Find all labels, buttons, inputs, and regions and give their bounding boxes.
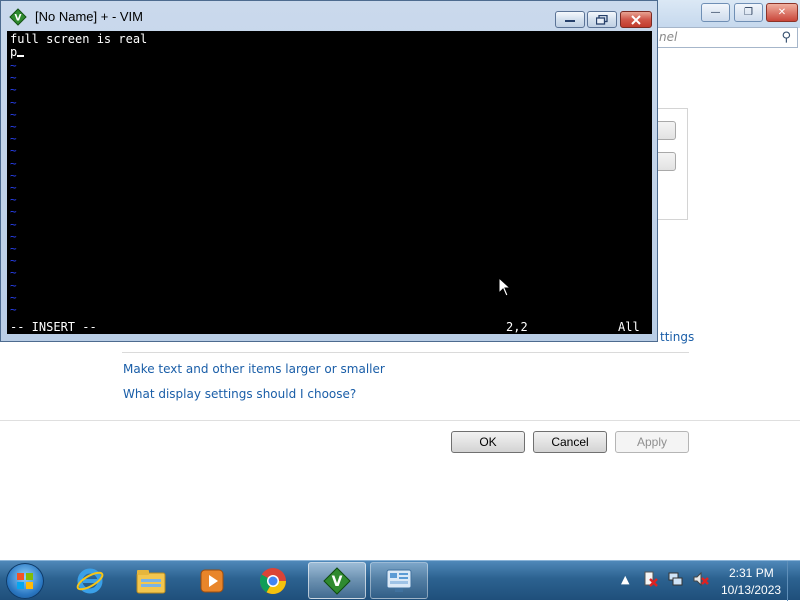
make-text-larger-link[interactable]: Make text and other items larger or smal… (123, 362, 385, 376)
vim-mode-indicator: -- INSERT -- (10, 320, 97, 334)
display-settings-help-link[interactable]: What display settings should I choose? (123, 387, 356, 401)
empty-line-marker: ~ (10, 303, 17, 316)
maximize-icon: ❐ (744, 7, 753, 18)
empty-line-marker: ~ (10, 132, 17, 146)
control-panel-icon (386, 569, 412, 592)
minimize-button[interactable]: — (701, 3, 730, 22)
empty-line-marker: ~ (10, 71, 17, 85)
search-placeholder: nel (659, 30, 678, 44)
svg-text:V: V (332, 574, 343, 590)
text-cursor (17, 55, 25, 57)
empty-line-marker: ~ (10, 83, 17, 97)
editor-line-2: p (10, 45, 25, 59)
windows-logo-icon (17, 573, 33, 589)
empty-line-marker: ~ (10, 168, 17, 182)
empty-line-marker: ~ (10, 278, 17, 292)
empty-line-marker: ~ (10, 266, 17, 280)
internet-explorer-icon (76, 568, 104, 593)
ok-button[interactable]: OK (451, 431, 525, 453)
empty-line-marker: ~ (10, 156, 17, 170)
chrome-icon (259, 567, 287, 594)
search-icon[interactable]: ⚲ (781, 30, 791, 45)
taskbar-control-panel[interactable] (370, 562, 428, 599)
restore-button[interactable] (587, 11, 617, 28)
empty-line-marker: ~ (10, 229, 17, 243)
empty-line-marker: ~ (10, 95, 17, 109)
search-input[interactable]: nel ⚲ (650, 27, 798, 48)
settings-link[interactable]: ttings (660, 330, 694, 344)
maximize-button[interactable]: ❐ (734, 3, 763, 22)
restore-icon (596, 14, 608, 25)
taskbar-vim[interactable]: V (308, 562, 366, 599)
empty-line-marker: ~ (10, 107, 17, 121)
network-icon[interactable] (667, 570, 685, 588)
action-center-icon[interactable] (642, 570, 660, 588)
taskbar-chrome[interactable] (244, 562, 302, 599)
divider (122, 352, 689, 353)
windows-explorer-icon (136, 569, 166, 593)
vim-window: V [No Name] + - VIM full screen is real … (0, 0, 658, 342)
minimize-button[interactable] (555, 11, 585, 28)
empty-line-marker: ~ (10, 254, 17, 268)
clock-time[interactable]: 2:31 PM (729, 566, 774, 580)
taskbar: V ▲ 2:31 PM 10/13/2023 (0, 560, 800, 601)
empty-line-marker: ~ (10, 217, 17, 231)
start-button[interactable] (6, 563, 44, 599)
show-desktop-button[interactable] (787, 561, 800, 601)
mouse-cursor-icon (498, 277, 512, 297)
vim-icon: V (323, 566, 351, 595)
minimize-icon: — (710, 7, 721, 18)
vim-icon: V (9, 8, 27, 26)
close-icon: ✕ (777, 7, 787, 18)
empty-line-marker: ~ (10, 120, 17, 133)
empty-line-marker: ~ (10, 242, 17, 255)
editor-line-2-text: p (10, 45, 18, 59)
cancel-button[interactable]: Cancel (533, 431, 607, 453)
apply-button[interactable]: Apply (615, 431, 689, 453)
empty-line-marker: ~ (10, 59, 17, 72)
taskbar-media-player[interactable] (183, 562, 241, 599)
media-player-icon (200, 569, 224, 592)
empty-line-marker: ~ (10, 181, 17, 194)
vim-scroll-indicator: All (618, 320, 640, 334)
volume-muted-icon[interactable] (692, 570, 710, 588)
footer-divider (0, 420, 800, 421)
empty-line-marker: ~ (10, 290, 17, 304)
vim-editor-area[interactable]: full screen is real p ~ ~ ~ ~ ~ ~ ~ ~ ~ ~ ~ ~ ~ ~ ~ ~ ~ ~… (7, 31, 652, 334)
vim-cursor-position: 2,2 (506, 320, 528, 334)
editor-line-1: full screen is real (10, 32, 148, 46)
close-icon (631, 14, 641, 25)
empty-line-marker: ~ (10, 144, 17, 158)
show-hidden-icons-button[interactable]: ▲ (621, 573, 629, 586)
svg-text:V: V (15, 14, 22, 24)
window-title: [No Name] + - VIM (35, 9, 143, 24)
empty-line-marker: ~ (10, 205, 17, 219)
clock-date[interactable]: 10/13/2023 (721, 583, 781, 597)
empty-line-marker: ~ (10, 193, 17, 207)
close-button[interactable] (620, 11, 652, 28)
taskbar-windows-explorer[interactable] (122, 562, 180, 599)
close-button[interactable]: ✕ (766, 3, 798, 22)
minimize-icon (565, 19, 575, 22)
taskbar-internet-explorer[interactable] (61, 562, 119, 599)
